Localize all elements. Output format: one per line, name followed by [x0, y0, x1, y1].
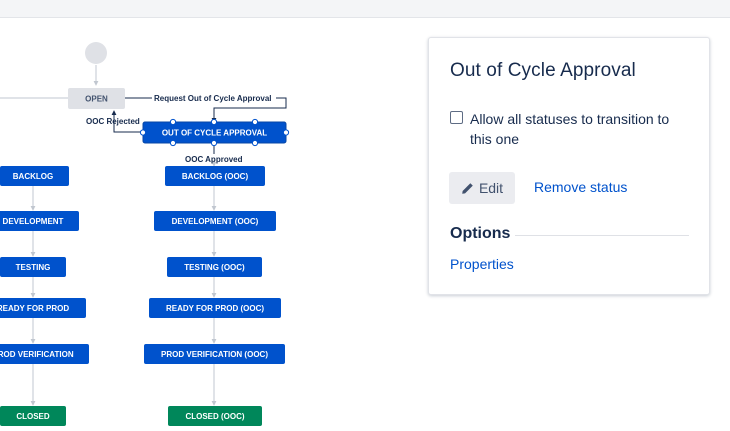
status-out-of-cycle-approval[interactable]: OUT OF CYCLE APPROVAL — [139, 118, 290, 147]
status-ready-for-prod-ooc[interactable]: READY FOR PROD (OOC) — [149, 298, 281, 318]
pencil-icon — [462, 182, 473, 194]
status-development[interactable]: DEVELOPMENT — [0, 211, 79, 231]
handle-left[interactable] — [139, 129, 147, 136]
handle-bottom-3[interactable] — [251, 139, 259, 147]
handle-bottom-1[interactable] — [169, 139, 177, 147]
remove-status-link[interactable]: Remove status — [534, 179, 627, 195]
status-testing[interactable]: TESTING — [0, 257, 66, 277]
status-prod-verification-ooc-label: PROD VERIFICATION (OOC) — [161, 350, 268, 359]
handle-top-3[interactable] — [251, 118, 259, 126]
status-testing-label: TESTING — [16, 263, 51, 272]
status-closed[interactable]: CLOSED — [0, 406, 66, 426]
status-closed-label: CLOSED — [16, 412, 50, 421]
allow-all-checkbox[interactable] — [450, 111, 463, 124]
status-backlog-ooc-label: BACKLOG (OOC) — [182, 172, 249, 181]
status-closed-ooc[interactable]: CLOSED (OOC) — [168, 406, 262, 426]
status-backlog-label: BACKLOG — [13, 172, 53, 181]
status-details-panel: Out of Cycle Approval Allow all statuses… — [428, 37, 710, 295]
status-prod-verification-ooc[interactable]: PROD VERIFICATION (OOC) — [144, 344, 285, 364]
properties-link[interactable]: Properties — [450, 256, 514, 272]
options-divider — [515, 235, 689, 236]
status-closed-ooc-label: CLOSED (OOC) — [185, 412, 244, 421]
top-bar — [0, 0, 730, 18]
handle-top-2[interactable] — [210, 118, 218, 126]
status-ready-for-prod-label: READY FOR PROD — [0, 304, 69, 313]
status-open-label: OPEN — [85, 95, 108, 104]
workflow-diagram[interactable]: Request Out of Cycle Approval OOC Reject… — [0, 18, 420, 431]
edit-button-label: Edit — [478, 180, 504, 196]
start-node[interactable] — [85, 42, 107, 64]
handle-bottom-2[interactable] — [210, 139, 218, 147]
status-prod-verification[interactable]: PROD VERIFICATION — [0, 344, 89, 364]
status-ready-for-prod[interactable]: READY FOR PROD — [0, 298, 86, 318]
transition-label-request-ooc[interactable]: Request Out of Cycle Approval — [154, 94, 272, 103]
allow-all-label[interactable]: Allow all statuses to transition to this… — [470, 109, 690, 149]
status-testing-ooc[interactable]: TESTING (OOC) — [167, 257, 262, 277]
options-heading: Options — [450, 225, 511, 242]
status-backlog[interactable]: BACKLOG — [0, 166, 69, 186]
handle-top-1[interactable] — [169, 118, 177, 126]
transition-label-ooc-approved[interactable]: OOC Approved — [185, 155, 243, 164]
status-ooc-approval-label: OUT OF CYCLE APPROVAL — [162, 129, 267, 138]
edit-button[interactable]: Edit — [449, 172, 515, 204]
status-development-ooc[interactable]: DEVELOPMENT (OOC) — [154, 211, 276, 231]
status-open[interactable]: OPEN — [68, 88, 125, 109]
status-prod-verification-label: PROD VERIFICATION — [0, 350, 74, 359]
workflow-canvas[interactable]: Request Out of Cycle Approval OOC Reject… — [0, 18, 420, 431]
handle-right[interactable] — [282, 129, 290, 136]
panel-title: Out of Cycle Approval — [450, 60, 636, 81]
status-ready-for-prod-ooc-label: READY FOR PROD (OOC) — [166, 304, 264, 313]
status-testing-ooc-label: TESTING (OOC) — [184, 263, 245, 272]
status-development-ooc-label: DEVELOPMENT (OOC) — [172, 217, 259, 226]
transition-label-ooc-rejected[interactable]: OOC Rejected — [86, 117, 140, 126]
status-backlog-ooc[interactable]: BACKLOG (OOC) — [165, 166, 265, 186]
status-development-label: DEVELOPMENT — [3, 217, 64, 226]
